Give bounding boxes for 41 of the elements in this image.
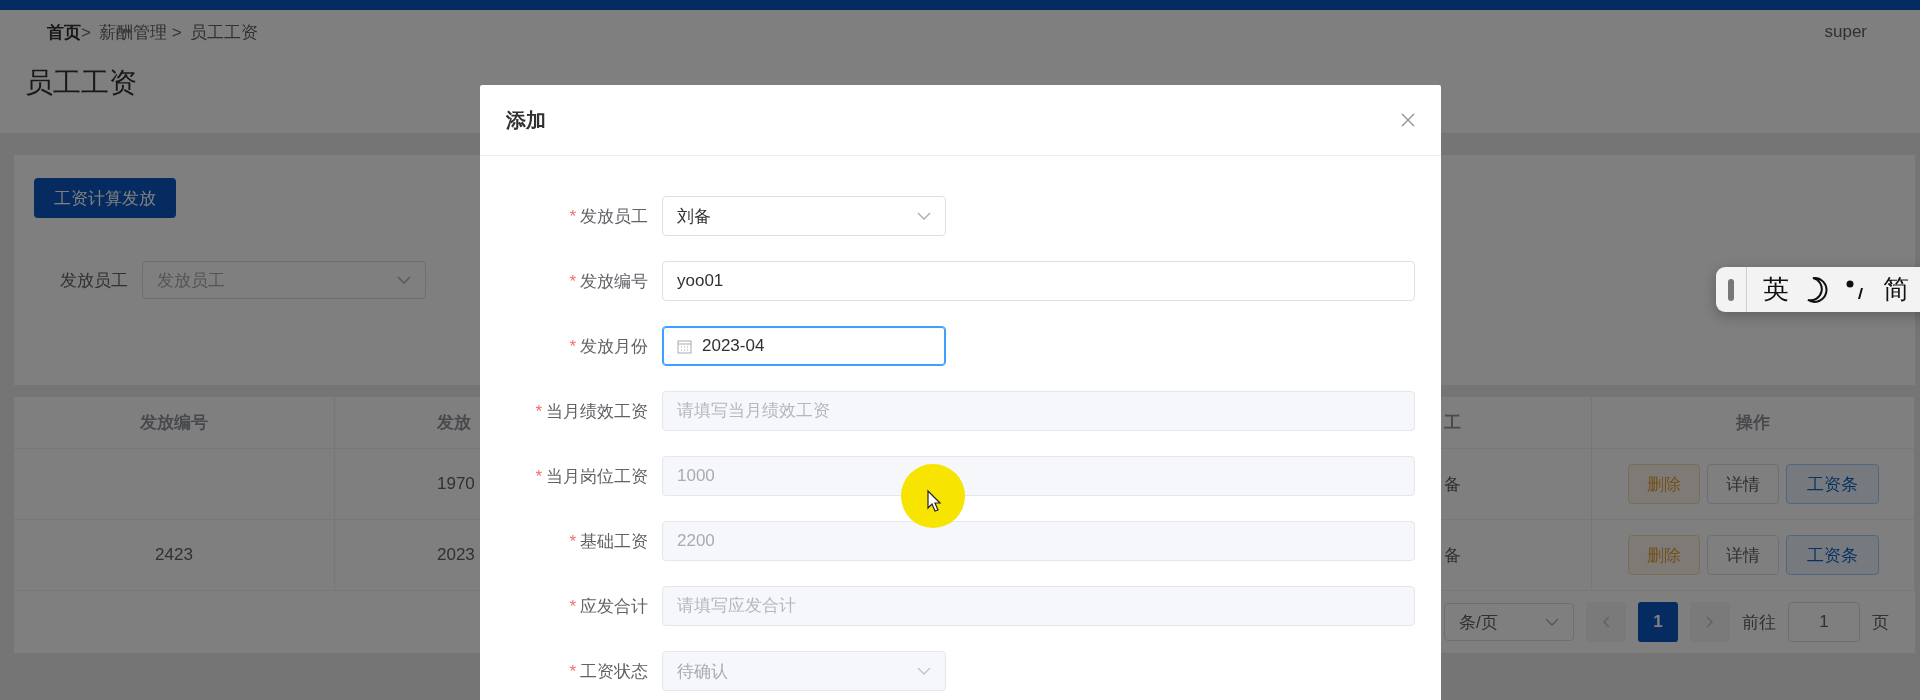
table-cell: 2423 <box>14 520 335 591</box>
user-name[interactable]: super <box>1824 22 1897 42</box>
chevron-left-icon <box>1602 616 1610 628</box>
calendar-icon <box>677 338 692 354</box>
field-label: * 工资状态 <box>569 660 648 683</box>
dialog-title: 添加 <box>506 107 546 133</box>
delete-button[interactable]: 删除 <box>1627 464 1700 504</box>
page-title: 员工工资 <box>25 66 137 100</box>
breadcrumb-link[interactable]: 员工工资 <box>189 20 258 44</box>
field-label: * 发放员工 <box>569 205 648 228</box>
month-picker[interactable]: 2023-04 <box>662 326 946 366</box>
goto-label: 前往 <box>1742 611 1776 634</box>
page-field[interactable]: 1 <box>1788 602 1860 642</box>
breadcrumb-link[interactable]: 首页> <box>47 20 91 44</box>
page-size-select[interactable]: 条/页 <box>1444 603 1574 641</box>
field-label: * 应发合计 <box>569 595 648 618</box>
page-button[interactable]: 1 <box>1638 602 1678 642</box>
grip-icon[interactable] <box>1728 278 1734 301</box>
breadcrumb-link[interactable]: 薪酬管理 > <box>98 20 182 44</box>
payslip-button[interactable]: 工资条 <box>1785 464 1879 504</box>
select-field[interactable]: 刘备 <box>662 196 946 236</box>
chevron-right-icon <box>1706 616 1714 628</box>
details-button[interactable]: 详情 <box>1706 464 1779 504</box>
field-label: * 发放编号 <box>569 270 648 293</box>
cursor-drawing <box>901 464 965 528</box>
ime-mode-label[interactable]: 简 <box>1883 272 1909 307</box>
chevron-down-icon <box>1545 618 1559 626</box>
ime-mode-label[interactable]: 英 <box>1763 272 1789 307</box>
details-button[interactable]: 详情 <box>1706 535 1779 575</box>
delete-button[interactable]: 删除 <box>1627 535 1700 575</box>
chevron-down-icon <box>917 212 931 220</box>
text-field[interactable]: yoo01 <box>662 261 1415 301</box>
chevron-down-icon <box>397 276 411 284</box>
moon-icon[interactable] <box>1805 275 1829 304</box>
chevron-down-icon <box>917 667 931 675</box>
payslip-button[interactable]: 工资条 <box>1785 535 1879 575</box>
field-label: * 发放月份 <box>569 335 648 358</box>
close-icon[interactable] <box>1401 113 1415 127</box>
calculate-button[interactable]: 工资计算发放 <box>34 178 176 218</box>
page-suffix: 页 <box>1872 611 1889 634</box>
filter-label: 发放员工 <box>60 269 128 292</box>
